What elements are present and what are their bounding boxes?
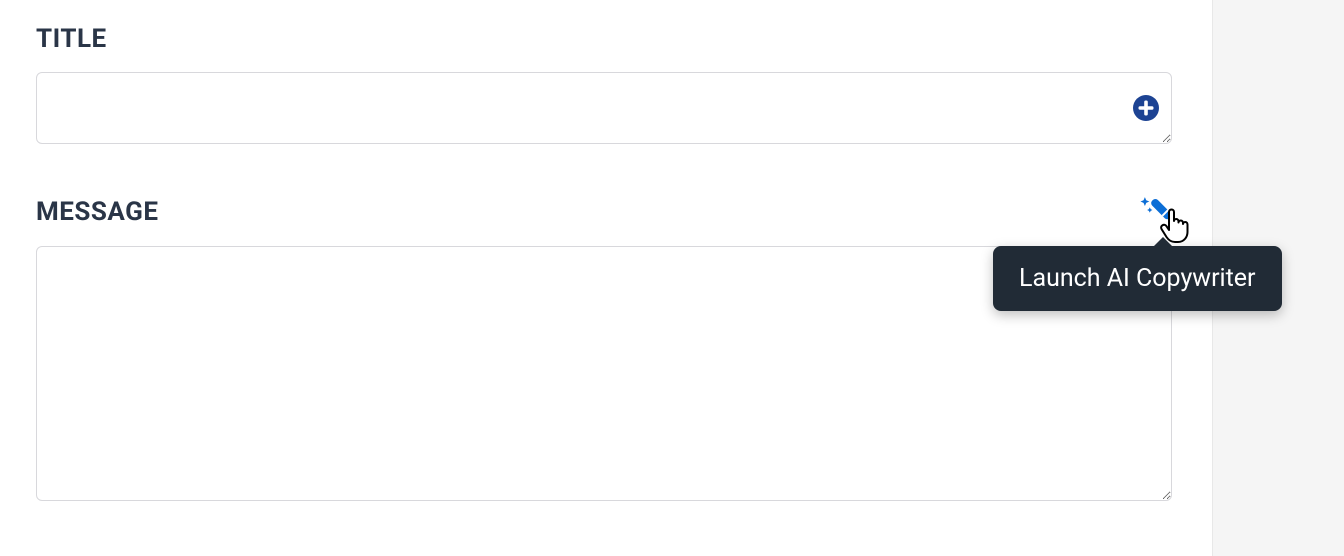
message-label: MESSAGE (36, 197, 159, 227)
magic-wand-icon (1140, 196, 1172, 224)
ai-copywriter-button[interactable] (1140, 196, 1172, 228)
plus-circle-icon (1132, 94, 1160, 122)
message-header-row: MESSAGE (36, 196, 1172, 228)
tooltip-text: Launch AI Copywriter (1019, 264, 1256, 293)
title-field-wrapper (36, 72, 1176, 148)
add-button[interactable] (1132, 94, 1160, 122)
title-input[interactable] (36, 72, 1172, 144)
ai-copywriter-tooltip: Launch AI Copywriter (993, 246, 1282, 311)
title-label: TITLE (36, 24, 1176, 54)
